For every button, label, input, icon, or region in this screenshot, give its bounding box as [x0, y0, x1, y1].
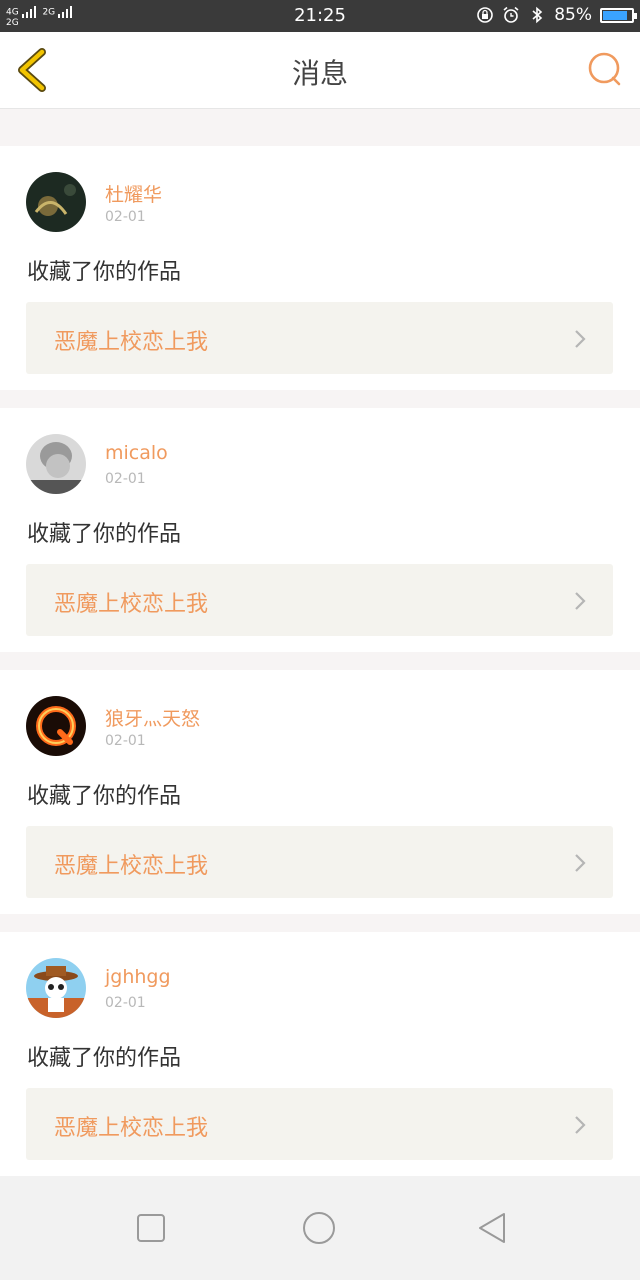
page-title: 消息 [291, 57, 348, 90]
message-card: jghhgg 02-01 收藏了你的作品 恶魔上校恋上我 [0, 932, 640, 1176]
system-nav-bar [0, 1176, 640, 1280]
back-triangle-icon[interactable] [474, 1210, 510, 1246]
work-link[interactable]: 恶魔上校恋上我 [26, 826, 613, 898]
avatar[interactable] [26, 172, 86, 232]
work-title: 恶魔上校恋上我 [54, 330, 209, 355]
work-title: 恶魔上校恋上我 [54, 854, 209, 879]
status-bar: 4G 2G 2G 21:25 85% [0, 0, 640, 32]
alarm-icon [503, 6, 519, 23]
search-icon[interactable] [586, 50, 626, 90]
action-text: 收藏了你的作品 [27, 260, 182, 285]
battery-icon [600, 7, 637, 23]
action-text: 收藏了你的作品 [27, 1046, 182, 1071]
status-icons: 85% [476, 5, 637, 25]
action-text: 收藏了你的作品 [27, 784, 182, 809]
home-icon[interactable] [301, 1210, 337, 1246]
battery-percent: 85% [554, 5, 592, 25]
username[interactable]: jghhgg [105, 966, 171, 988]
work-title: 恶魔上校恋上我 [54, 1116, 209, 1141]
work-title: 恶魔上校恋上我 [54, 592, 209, 617]
action-text: 收藏了你的作品 [27, 522, 182, 547]
avatar[interactable] [26, 696, 86, 756]
work-link[interactable]: 恶魔上校恋上我 [26, 1088, 613, 1160]
message-date: 02-01 [105, 209, 146, 225]
message-list: 杜耀华 02-01 收藏了你的作品 恶魔上校恋上我 micalo 02-01 收… [0, 128, 640, 1194]
message-date: 02-01 [105, 733, 146, 749]
avatar[interactable] [26, 958, 86, 1018]
message-date: 02-01 [105, 471, 146, 487]
chevron-right-icon [575, 330, 586, 348]
username[interactable]: 狼牙灬天怒 [105, 704, 200, 731]
work-link[interactable]: 恶魔上校恋上我 [26, 302, 613, 374]
bluetooth-icon [532, 6, 543, 24]
work-link[interactable]: 恶魔上校恋上我 [26, 564, 613, 636]
username[interactable]: 杜耀华 [105, 180, 162, 207]
chevron-right-icon [575, 854, 586, 872]
top-bar: 消息 [0, 32, 640, 109]
chevron-right-icon [575, 592, 586, 610]
message-date: 02-01 [105, 995, 146, 1011]
message-card: 狼牙灬天怒 02-01 收藏了你的作品 恶魔上校恋上我 [0, 670, 640, 914]
battery-level [603, 10, 627, 20]
username[interactable]: micalo [105, 442, 168, 464]
chevron-right-icon [575, 1116, 586, 1134]
recent-apps-icon[interactable] [133, 1210, 169, 1246]
message-card: micalo 02-01 收藏了你的作品 恶魔上校恋上我 [0, 408, 640, 652]
rotation-lock-icon [477, 7, 494, 23]
avatar[interactable] [26, 434, 86, 494]
message-card: 杜耀华 02-01 收藏了你的作品 恶魔上校恋上我 [0, 146, 640, 390]
